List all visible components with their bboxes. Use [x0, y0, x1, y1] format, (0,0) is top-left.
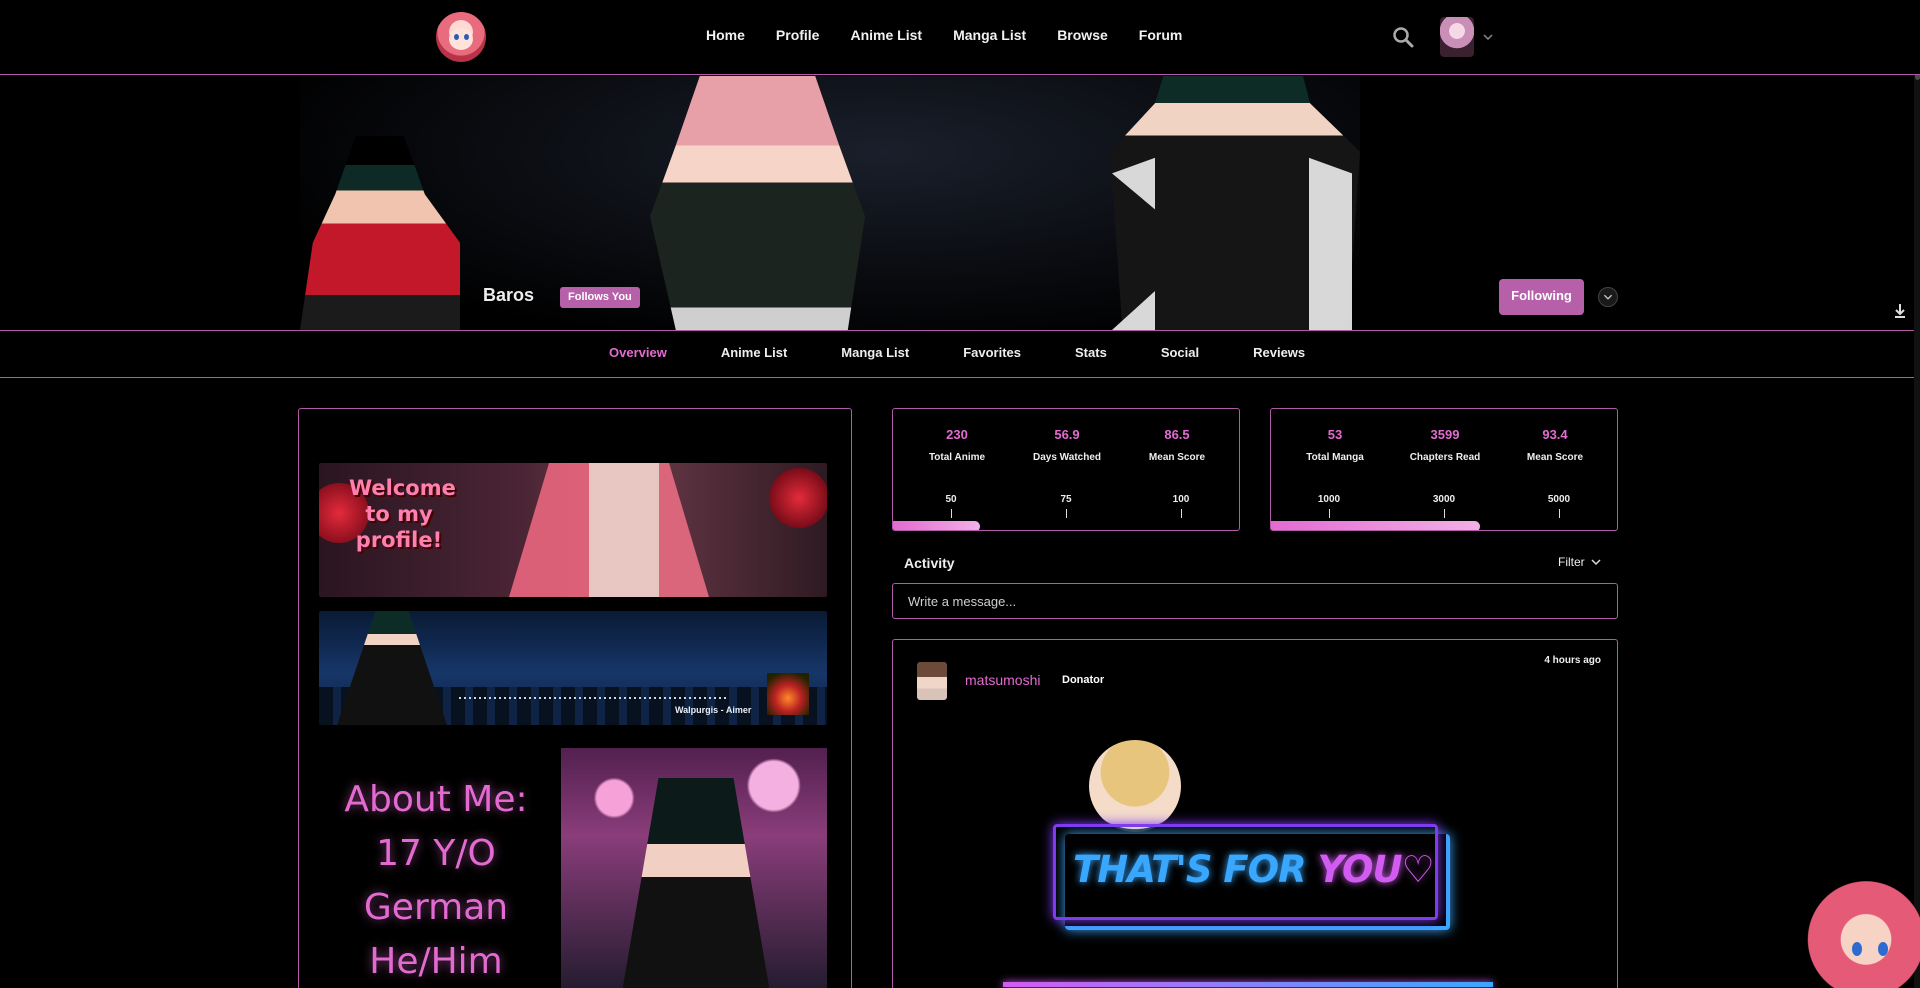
about-line: He/Him	[369, 941, 503, 982]
tab-overview[interactable]: Overview	[609, 345, 667, 360]
milestone-tick	[951, 509, 952, 518]
main-nav: Home Profile Anime List Manga List Brows…	[706, 27, 1213, 43]
about-line: 17 Y/O	[376, 833, 496, 874]
milestone-tick	[1066, 509, 1067, 518]
stat-label: Chapters Read	[1409, 452, 1481, 463]
tab-reviews[interactable]: Reviews	[1253, 345, 1305, 360]
stat-label: Days Watched	[1033, 452, 1101, 463]
follows-you-badge: Follows You	[560, 287, 640, 308]
post-timestamp: 4 hours ago	[1544, 655, 1601, 666]
following-button[interactable]: Following	[1499, 279, 1584, 315]
milestone-tick	[1329, 509, 1330, 518]
music-caption: Walpurgis - Aimer	[675, 705, 752, 715]
corner-mascot	[1800, 880, 1920, 988]
stat-mean-score: 93.4	[1542, 427, 1568, 442]
profile-username: Baros	[483, 285, 535, 305]
welcome-banner-image: Welcome to my profile!	[319, 463, 827, 597]
tab-stats[interactable]: Stats	[1075, 345, 1107, 360]
nav-home[interactable]: Home	[706, 27, 745, 43]
site-logo[interactable]	[436, 12, 486, 62]
anime-progress-bar	[893, 521, 980, 530]
chevron-down-icon[interactable]	[1590, 556, 1602, 568]
manga-progress-bar	[1271, 521, 1480, 530]
tab-favorites[interactable]: Favorites	[963, 345, 1021, 360]
manga-stats-card: 53 3599 93.4 Total Manga Chapters Read M…	[1270, 408, 1618, 531]
post-image: THAT'S FOR YOU♡	[1003, 740, 1503, 988]
milestone-label: 75	[1060, 494, 1072, 505]
about-line: About Me:	[344, 779, 528, 820]
milestone-label: 3000	[1432, 494, 1456, 505]
about-image	[561, 748, 827, 988]
activity-post: matsumoshi Donator 4 hours ago THAT'S FO…	[892, 639, 1618, 988]
stat-label: Total Manga	[1306, 452, 1364, 463]
message-input[interactable]	[892, 583, 1618, 619]
post-image-text: THAT'S FOR YOU♡	[1073, 848, 1435, 891]
stat-days-watched: 56.9	[1054, 427, 1080, 442]
chevron-down-icon[interactable]	[1481, 30, 1495, 44]
stat-label: Mean Score	[1526, 452, 1584, 463]
stat-mean-score: 86.5	[1164, 427, 1190, 442]
about-me-text: About Me: 17 Y/O German He/Him	[331, 773, 541, 988]
milestone-label: 100	[1172, 494, 1190, 505]
more-options-chevron-icon[interactable]	[1598, 287, 1618, 307]
milestone-label: 1000	[1317, 494, 1341, 505]
tab-manga-list[interactable]: Manga List	[841, 345, 909, 360]
user-avatar[interactable]	[1440, 17, 1474, 57]
stat-label: Mean Score	[1148, 452, 1206, 463]
milestone-tick	[1181, 509, 1182, 518]
about-line: German	[363, 887, 509, 928]
nav-anime-list[interactable]: Anime List	[850, 27, 922, 43]
milestone-label: 5000	[1547, 494, 1571, 505]
music-player-image[interactable]: Walpurgis - Aimer	[319, 611, 827, 725]
anime-stats-card: 230 56.9 86.5 Total Anime Days Watched M…	[892, 408, 1240, 531]
profile-banner	[0, 76, 1920, 330]
nav-manga-list[interactable]: Manga List	[953, 27, 1026, 43]
profile-tabs-bar: Overview Anime List Manga List Favorites…	[0, 330, 1920, 378]
welcome-text: Welcome to my profile!	[349, 476, 456, 552]
search-icon[interactable]	[1392, 26, 1414, 48]
post-avatar[interactable]	[917, 662, 947, 700]
nav-forum[interactable]: Forum	[1139, 27, 1183, 43]
donator-badge: Donator	[1062, 674, 1105, 686]
milestone-label: 50	[945, 494, 957, 505]
tab-anime-list[interactable]: Anime List	[721, 345, 787, 360]
stat-label: Total Anime	[928, 452, 986, 463]
tab-social[interactable]: Social	[1161, 345, 1199, 360]
stat-chapters-read: 3599	[1430, 427, 1460, 442]
milestone-tick	[1444, 509, 1445, 518]
stat-total-anime: 230	[946, 427, 968, 442]
nav-profile[interactable]: Profile	[776, 27, 820, 43]
scrollbar-track[interactable]	[1914, 0, 1920, 988]
milestone-tick	[1559, 509, 1560, 518]
about-panel: Welcome to my profile! Walpurgis - Aimer…	[298, 408, 852, 988]
stat-total-manga: 53	[1327, 427, 1343, 442]
post-username[interactable]: matsumoshi	[965, 672, 1040, 688]
activity-heading: Activity	[904, 555, 955, 571]
activity-filter[interactable]: Filter	[1558, 555, 1585, 569]
download-icon[interactable]	[1893, 303, 1907, 319]
top-navigation: Home Profile Anime List Manga List Brows…	[0, 0, 1920, 75]
nav-browse[interactable]: Browse	[1057, 27, 1108, 43]
